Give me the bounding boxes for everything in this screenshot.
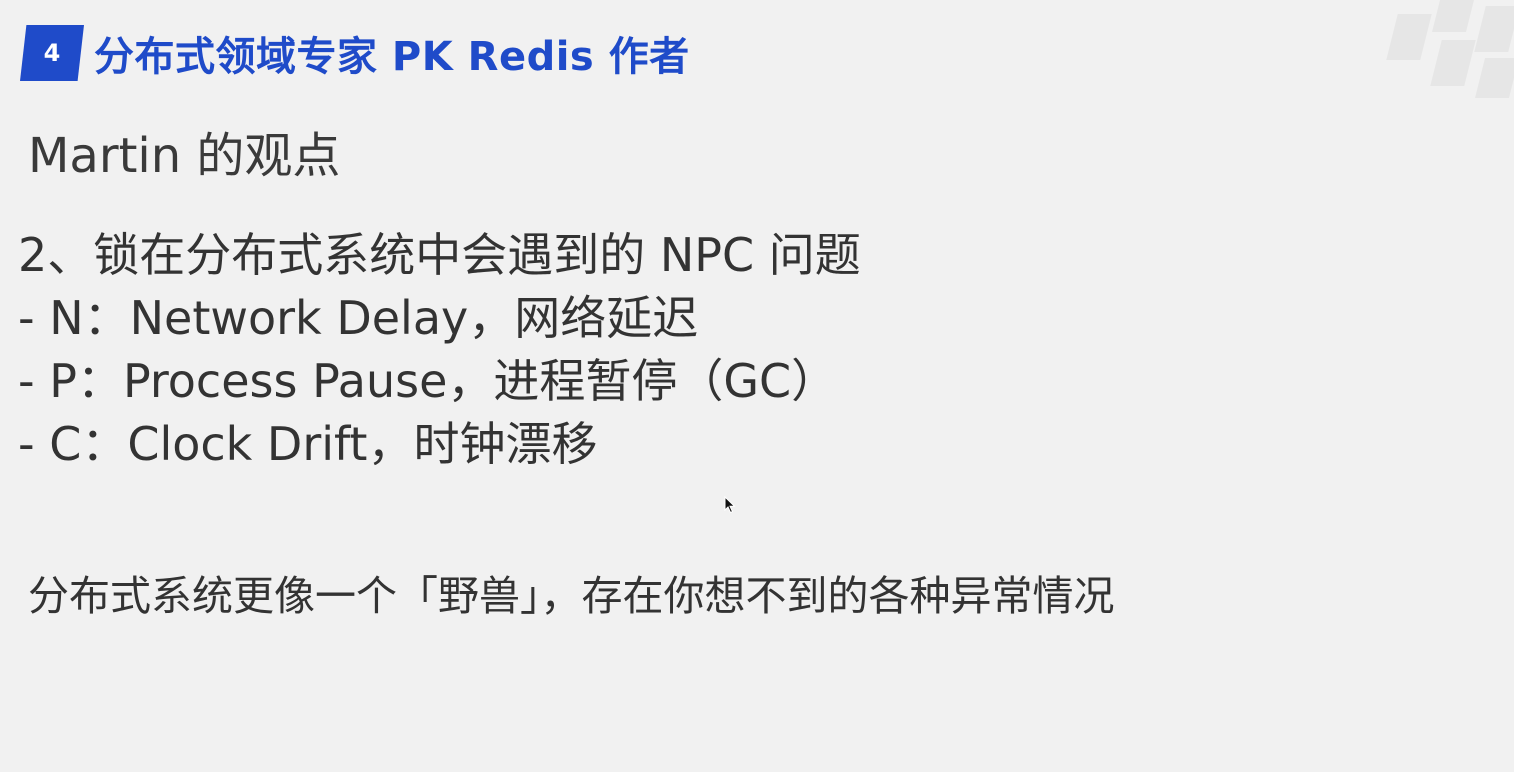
slide-subtitle: Martin 的观点	[28, 128, 341, 184]
mouse-cursor-icon	[724, 496, 736, 514]
content-line-clock: - C：Clock Drift，时钟漂移	[18, 417, 598, 471]
section-number-badge: 4	[20, 25, 84, 81]
content-list: 2、锁在分布式系统中会遇到的 NPC 问题 - N：Network Delay，…	[18, 224, 861, 476]
slide-header: 4 分布式领域专家 PK Redis 作者	[20, 25, 690, 81]
section-number: 4	[43, 39, 61, 67]
slide-title: 分布式领域专家 PK Redis 作者	[94, 34, 690, 80]
content-line-network: - N：Network Delay，网络延迟	[18, 291, 699, 345]
content-line-heading: 2、锁在分布式系统中会遇到的 NPC 问题	[18, 228, 861, 282]
content-line-process: - P：Process Pause，进程暂停（GC）	[18, 354, 838, 408]
corner-decoration	[1384, 0, 1514, 110]
summary-text: 分布式系统更像一个「野兽」，存在你想不到的各种异常情况	[28, 572, 1115, 620]
